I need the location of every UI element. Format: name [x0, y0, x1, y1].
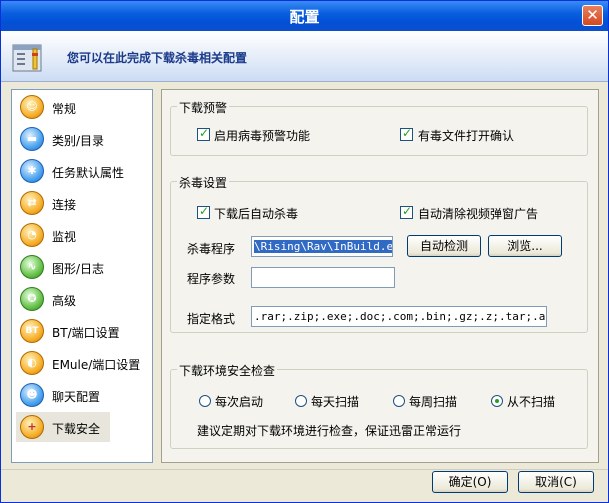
connection-icon: ⇄: [20, 191, 44, 215]
radio-never-scan-label: 从不扫描: [507, 395, 556, 409]
category-sidebar: ☺ 常规 ▬ 类别/目录 ✱ 任务默认属性 ⇄ 连接 ◔ 监视 ∿ 图形/日志 …: [11, 89, 153, 463]
sidebar-item-task-defaults[interactable]: ✱ 任务默认属性: [16, 156, 150, 186]
program-params-input[interactable]: [251, 267, 395, 288]
radio-weekly-scan-label: 每周扫描: [409, 395, 458, 409]
infected-file-confirm-checkbox[interactable]: [400, 126, 413, 141]
auto-clear-popup-ads-checkbox[interactable]: [400, 204, 413, 219]
emule-icon: ◐: [20, 351, 44, 375]
sidebar-item-label: EMule/端口设置: [52, 358, 141, 372]
sidebar-item-label: 监视: [52, 230, 77, 244]
graph-icon: ∿: [20, 255, 44, 279]
specified-formats-input[interactable]: .rar;.zip;.exe;.doc;.com;.bin;.gz;.z;.ta…: [251, 306, 547, 327]
infected-file-confirm-label: 有毒文件打开确认: [418, 129, 515, 143]
auto-scan-after-download-label: 下载后自动杀毒: [214, 207, 299, 221]
sidebar-item-monitor[interactable]: ◔ 监视: [16, 220, 150, 250]
radio-never-scan[interactable]: [491, 395, 503, 407]
sidebar-item-advanced[interactable]: ✪ 高级: [16, 284, 150, 314]
folder-icon: ▬: [20, 127, 44, 151]
sidebar-item-label: 下载安全: [52, 422, 101, 436]
sidebar-item-download-security[interactable]: + 下载安全: [16, 412, 110, 442]
sidebar-item-connection[interactable]: ⇄ 连接: [16, 188, 150, 218]
auto-detect-button[interactable]: 自动检测: [407, 235, 481, 257]
environment-check-note: 建议定期对下载环境进行检查，保证迅雷正常运行: [197, 424, 462, 438]
advanced-icon: ✪: [20, 287, 44, 311]
sidebar-item-label: 图形/日志: [52, 262, 105, 276]
cancel-button[interactable]: 取消(C): [518, 471, 594, 493]
radio-daily-scan[interactable]: [295, 395, 307, 407]
download-environment-check-group: 下载环境安全检查 每次启动 每天扫描 每周扫描 从不扫描 建议定期对下载环境进行…: [170, 362, 588, 449]
enable-virus-warning-label: 启用病毒预警功能: [214, 129, 311, 143]
download-warning-group: 下载预警 启用病毒预警功能 有毒文件打开确认: [170, 99, 588, 156]
sidebar-item-label: BT/端口设置: [52, 326, 120, 340]
radio-weekly-scan[interactable]: [393, 395, 405, 407]
settings-panel: 下载预警 启用病毒预警功能 有毒文件打开确认 杀毒设置 下载后自动杀毒 自动清除…: [161, 89, 599, 463]
sidebar-item-label: 聊天配置: [52, 390, 101, 404]
av-program-input[interactable]: \Rising\Rav\InBuild.exe: [251, 236, 393, 257]
sidebar-item-bt-port[interactable]: BT BT/端口设置: [16, 316, 150, 346]
header-text: 您可以在此完成下载杀毒相关配置: [67, 51, 248, 65]
chat-icon: ☻: [20, 383, 44, 407]
group-title: 下载环境安全检查: [177, 362, 278, 379]
enable-virus-warning-checkbox[interactable]: [197, 126, 210, 141]
sidebar-item-label: 类别/目录: [52, 134, 105, 148]
sidebar-item-category-directory[interactable]: ▬ 类别/目录: [16, 124, 150, 154]
radio-daily-scan-label: 每天扫描: [311, 395, 360, 409]
header-banner: 您可以在此完成下载杀毒相关配置: [1, 31, 608, 82]
specified-formats-label: 指定格式: [187, 312, 236, 326]
antivirus-settings-group: 杀毒设置 下载后自动杀毒 自动清除视频弹窗广告 杀毒程序 \Rising\Rav…: [170, 174, 588, 333]
sidebar-item-emule-port[interactable]: ◐ EMule/端口设置: [16, 348, 150, 378]
sidebar-item-graph-log[interactable]: ∿ 图形/日志: [16, 252, 150, 282]
sidebar-item-chat[interactable]: ☻ 聊天配置: [16, 380, 150, 410]
bt-icon: BT: [20, 319, 44, 343]
sidebar-item-label: 连接: [52, 198, 77, 212]
security-shield-icon: +: [20, 415, 44, 439]
footer-divider: [1, 469, 608, 470]
ok-button[interactable]: 确定(O): [432, 471, 508, 493]
auto-clear-popup-ads-label: 自动清除视频弹窗广告: [418, 207, 539, 221]
config-dialog: 配置 ✕ 您可以在此完成下载杀毒相关配置 ☺ 常规 ▬ 类别/目录 ✱ 任务默认…: [0, 0, 609, 503]
monitor-icon: ◔: [20, 223, 44, 247]
radio-every-startup-label: 每次启动: [215, 395, 264, 409]
browse-button[interactable]: 浏览...: [488, 235, 562, 257]
close-button[interactable]: ✕: [582, 5, 603, 26]
group-title: 杀毒设置: [177, 174, 230, 191]
radio-every-startup[interactable]: [199, 395, 211, 407]
settings-panel-icon: [12, 44, 42, 72]
program-params-label: 程序参数: [187, 272, 236, 286]
title-bar[interactable]: 配置 ✕: [1, 1, 608, 31]
auto-scan-after-download-checkbox[interactable]: [197, 204, 210, 219]
sidebar-item-general[interactable]: ☺ 常规: [16, 92, 150, 122]
sidebar-item-label: 任务默认属性: [52, 166, 125, 180]
av-program-label: 杀毒程序: [187, 242, 236, 256]
group-title: 下载预警: [177, 99, 230, 116]
sidebar-item-label: 高级: [52, 294, 77, 308]
window-title: 配置: [289, 8, 320, 26]
general-icon: ☺: [20, 95, 44, 119]
sidebar-item-label: 常规: [52, 102, 77, 116]
task-icon: ✱: [20, 159, 44, 183]
